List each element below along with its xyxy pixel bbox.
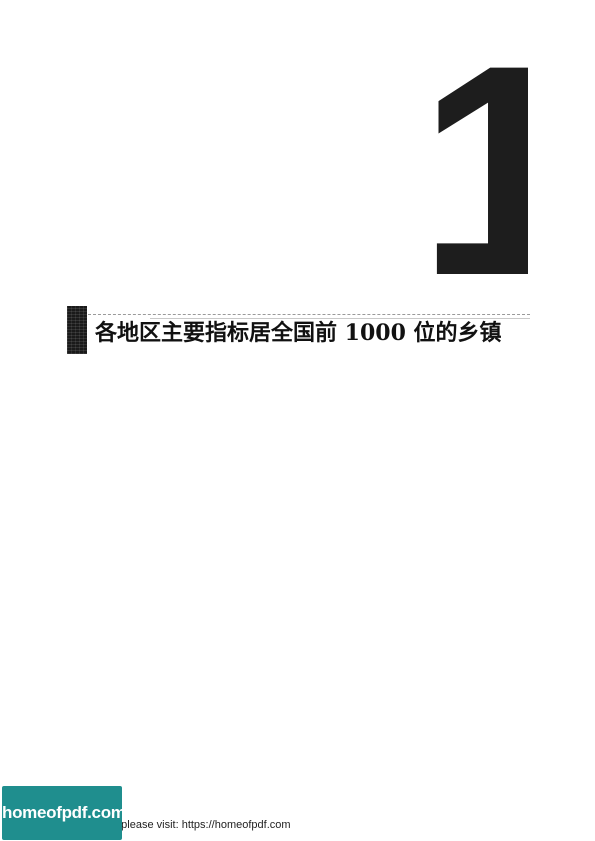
watermark-logo-text: homeofpdf.com [2,803,126,822]
chapter-marker-block [67,306,87,354]
document-page: 1 各地区主要指标居全国前 1000 位的乡镇 e please visit: … [0,0,595,841]
watermark-logo[interactable]: homeofpdf.com [2,786,126,840]
chapter-number: 1 [418,40,528,300]
chapter-divider [88,314,530,315]
footer-notice: e please visit: https://homeofpdf.com [112,819,291,831]
chapter-title: 各地区主要指标居全国前 1000 位的乡镇 [95,320,502,346]
